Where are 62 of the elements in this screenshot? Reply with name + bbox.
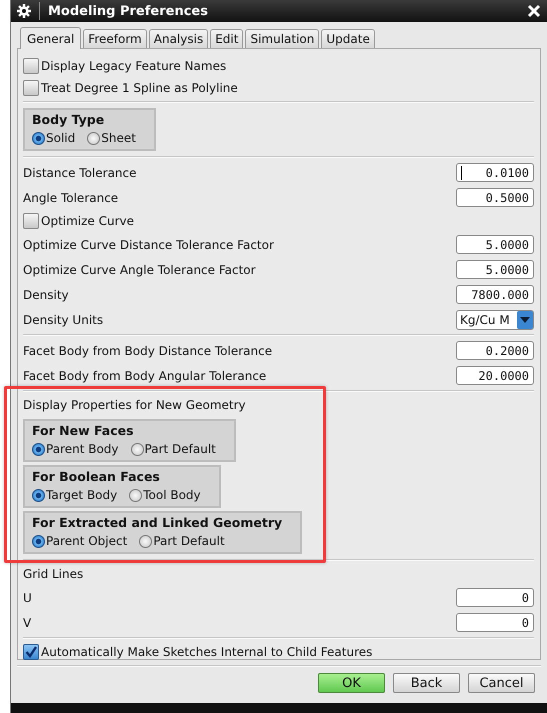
- radio-label: Solid: [46, 130, 76, 147]
- checkbox-label: Optimize Curve: [41, 214, 134, 228]
- radio-button[interactable]: [130, 442, 144, 456]
- tab[interactable]: Simulation: [245, 29, 320, 48]
- radio-label: Sheet: [101, 130, 136, 147]
- group-title: Body Type: [32, 111, 106, 128]
- checkbox-label: Automatically Make Sketches Internal to Child Features: [41, 645, 372, 659]
- field-label: Facet Body from Body Distance Tolerance: [23, 344, 272, 358]
- input-field[interactable]: 20.0000: [456, 366, 534, 385]
- tab[interactable]: Update: [321, 29, 375, 48]
- group-title: For New Faces: [32, 422, 135, 439]
- field-label: Density Units: [23, 312, 104, 326]
- window-title: Modeling Preferences: [48, 4, 209, 18]
- radio-button[interactable]: [32, 488, 45, 502]
- field-label: Distance Tolerance: [23, 166, 137, 180]
- checkbox[interactable]: [23, 644, 39, 660]
- group-title: For Extracted and Linked Geometry: [32, 514, 282, 531]
- input-field[interactable]: 0.2000: [456, 341, 534, 360]
- close-icon[interactable]: [527, 4, 541, 18]
- field-label: Facet Body from Body Angular Tolerance: [23, 368, 266, 382]
- radio-button[interactable]: [139, 534, 152, 548]
- settings-icon[interactable]: [17, 4, 31, 18]
- input-field[interactable]: 0: [456, 613, 534, 632]
- radio-label: Parent Body: [46, 441, 119, 458]
- radio-button[interactable]: [87, 132, 100, 144]
- input-field[interactable]: 5.0000: [456, 260, 534, 279]
- dialog-button[interactable]: Back: [393, 673, 460, 693]
- field-label: U: [23, 590, 32, 604]
- checkbox-label: Treat Degree 1 Spline as Polyline: [41, 81, 238, 95]
- tab[interactable]: Analysis: [148, 29, 208, 48]
- input-field[interactable]: 0: [456, 588, 534, 607]
- radio-button[interactable]: [32, 534, 45, 548]
- radio-button[interactable]: [129, 488, 142, 502]
- group-title: For Boolean Faces: [32, 468, 161, 485]
- radio-label: Tool Body: [143, 487, 201, 504]
- radio-label: Parent Object: [46, 533, 128, 550]
- checkbox[interactable]: [23, 58, 39, 74]
- input-field[interactable]: 0.5000: [456, 188, 534, 207]
- tab[interactable]: General: [20, 27, 82, 49]
- checkbox[interactable]: [23, 213, 39, 229]
- field-label: Density: [23, 288, 69, 302]
- field-label: V: [23, 616, 32, 630]
- radio-label: Part Default: [144, 441, 216, 458]
- field-label: Optimize Curve Angle Tolerance Factor: [23, 262, 256, 276]
- input-field[interactable]: 5.0000: [456, 235, 534, 254]
- checkbox-label: Display Legacy Feature Names: [41, 59, 226, 73]
- radio-label: Target Body: [46, 487, 118, 504]
- checkbox[interactable]: [23, 80, 39, 96]
- section-heading: Display Properties for New Geometry: [23, 398, 246, 412]
- tab[interactable]: Edit: [210, 29, 244, 48]
- field-label: Optimize Curve Distance Tolerance Factor: [23, 238, 274, 252]
- input-field[interactable]: 7800.000: [456, 285, 534, 304]
- radio-button[interactable]: [32, 442, 45, 456]
- radio-label: Part Default: [153, 533, 225, 550]
- ok-button[interactable]: OK: [318, 673, 385, 693]
- tab[interactable]: Freeform: [83, 29, 147, 48]
- dialog-button[interactable]: Cancel: [468, 673, 535, 693]
- section-heading: Grid Lines: [23, 567, 84, 581]
- units-dropdown[interactable]: Kg/Cu M: [456, 310, 534, 330]
- input-field[interactable]: 0.0100: [456, 163, 534, 182]
- field-label: Angle Tolerance: [23, 190, 118, 204]
- radio-button[interactable]: [32, 132, 45, 144]
